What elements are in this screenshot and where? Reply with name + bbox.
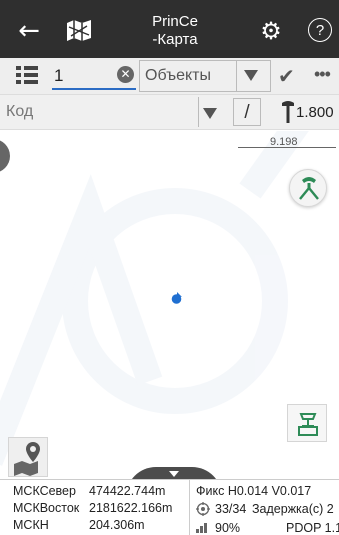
map-icon[interactable] [64, 17, 94, 43]
satellite-icon [196, 502, 210, 516]
title-line-2: -Карта [152, 31, 198, 48]
check-icon[interactable]: ✔ [278, 64, 295, 88]
east-value: 2181622.166m [89, 501, 173, 515]
top-app-bar: ← PrinCe -Карта ⚙ ? [0, 0, 339, 58]
code-input[interactable]: Код [6, 103, 33, 121]
chevron-down-icon[interactable] [203, 108, 217, 119]
north-label: МСКСевер [13, 484, 76, 498]
objects-select-label: Объекты [145, 67, 211, 84]
coordinates-panel: МСКСевер 474422.744m МСКВосток 2181622.1… [0, 480, 188, 535]
stakeout-button[interactable] [287, 404, 327, 442]
map-canvas[interactable]: 9.198 [0, 131, 339, 479]
more-icon[interactable]: ••• [314, 64, 331, 85]
page-title: PrinCe -Карта [130, 13, 220, 49]
point-number-value: 1 [54, 66, 64, 85]
height-label: МСКН [13, 518, 49, 532]
chevron-down-icon [244, 70, 258, 81]
gnss-receiver-icon [299, 177, 319, 200]
height-value: 204.306m [89, 518, 145, 532]
delay-label: Задержка(с) 2 [252, 502, 334, 516]
list-icon[interactable] [16, 66, 38, 84]
title-line-1: PrinCe [152, 13, 198, 30]
map-mode-button[interactable] [8, 437, 48, 477]
locate-receiver-button[interactable] [289, 169, 327, 207]
battery-value: 90% [215, 521, 241, 535]
antenna-pole-icon[interactable] [281, 100, 295, 124]
north-value: 474422.744m [89, 484, 166, 498]
code-toolbar: Код / 1.800 [0, 94, 339, 130]
status-panel: МСКСевер 474422.744m МСКВосток 2181622.1… [0, 479, 339, 535]
satellite-count: 33/34 [215, 502, 247, 516]
gnss-status-panel: Фикс H0.014 V0.017 33/34 Задержка(с) 2 9… [189, 480, 339, 535]
help-button[interactable]: ? [308, 18, 332, 42]
map-pin-icon [14, 442, 40, 476]
clear-icon[interactable]: ✕ [117, 66, 134, 83]
stakeout-icon [298, 413, 318, 436]
scale-bar [238, 147, 336, 148]
pdop-value: PDOP 1.1 [286, 521, 339, 535]
back-arrow-icon[interactable]: ← [12, 16, 46, 46]
point-toolbar: 1 ✕ Объекты ✔ ••• [0, 58, 339, 94]
antenna-height-value[interactable]: 1.800 [296, 104, 334, 121]
signal-icon [196, 521, 210, 533]
objects-select[interactable]: Объекты [139, 60, 271, 92]
chevron-down-icon [169, 471, 179, 477]
current-position-marker [171, 291, 183, 304]
gear-icon[interactable]: ⚙ [256, 16, 286, 46]
fix-status: Фикс H0.014 V0.017 [196, 484, 312, 498]
point-number-input[interactable]: 1 ✕ [52, 62, 136, 90]
east-label: МСКВосток [13, 501, 80, 515]
code-slash-button[interactable]: / [233, 98, 261, 126]
